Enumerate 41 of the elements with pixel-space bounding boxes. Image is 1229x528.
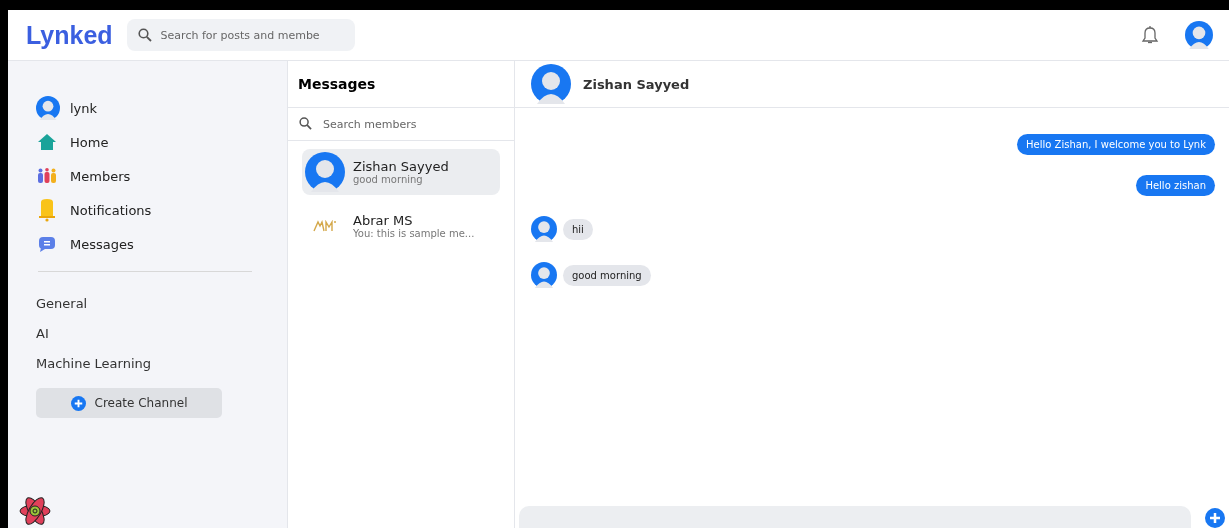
message-bubble: Hello zishan xyxy=(1136,175,1215,196)
search-icon xyxy=(299,117,312,130)
plus-icon xyxy=(70,395,86,411)
conversation-item[interactable]: Zishan Sayyed good morning xyxy=(302,149,500,195)
channel-item[interactable]: General xyxy=(36,288,88,318)
user-avatar xyxy=(36,96,60,120)
contact-avatar xyxy=(531,64,571,104)
app-logo[interactable]: Lynked xyxy=(26,20,113,50)
bell-icon[interactable] xyxy=(1141,25,1159,45)
search-field[interactable]: Search members xyxy=(288,108,514,140)
message-bubble: good morning xyxy=(563,264,651,286)
nav-item[interactable]: Messages xyxy=(36,227,134,261)
atom-icon xyxy=(18,496,52,526)
user-profile-link[interactable]: lynk xyxy=(36,91,98,125)
panel-title: Messages xyxy=(288,61,514,108)
sender-avatar xyxy=(531,262,557,288)
contact-avatar xyxy=(305,152,345,192)
nav-item[interactable]: Home xyxy=(36,125,109,159)
search-field[interactable]: Search for posts and membe xyxy=(126,19,355,51)
message-preview: good morning xyxy=(353,174,424,185)
message-preview: You: this is sample me... xyxy=(353,228,475,239)
contact-name: Zishan Sayyed xyxy=(583,76,690,92)
chat-icon xyxy=(38,236,56,252)
logo-icon xyxy=(313,220,337,232)
channel-item[interactable]: AI xyxy=(36,318,49,348)
create-channel-button[interactable]: Create Channel xyxy=(36,388,222,418)
people-icon xyxy=(37,168,57,184)
message-bubble: hii xyxy=(563,218,593,240)
nav-item[interactable]: Members xyxy=(36,159,131,193)
profile-avatar xyxy=(1185,21,1213,49)
house-icon xyxy=(37,133,57,151)
channel-item[interactable]: Machine Learning xyxy=(36,348,151,378)
search-icon xyxy=(137,28,152,42)
conversation-item[interactable]: Abrar MS You: this is sample me... xyxy=(302,203,500,249)
message-bubble: Hello Zishan, I welcome you to Lynk xyxy=(1017,134,1215,155)
bell-icon xyxy=(38,198,56,222)
plus-icon[interactable] xyxy=(1205,508,1225,528)
contact-name: Zishan Sayyed xyxy=(353,159,449,174)
sender-avatar xyxy=(531,216,557,242)
nav-item[interactable]: Notifications xyxy=(36,193,152,227)
contact-name: Abrar MS xyxy=(353,213,414,228)
